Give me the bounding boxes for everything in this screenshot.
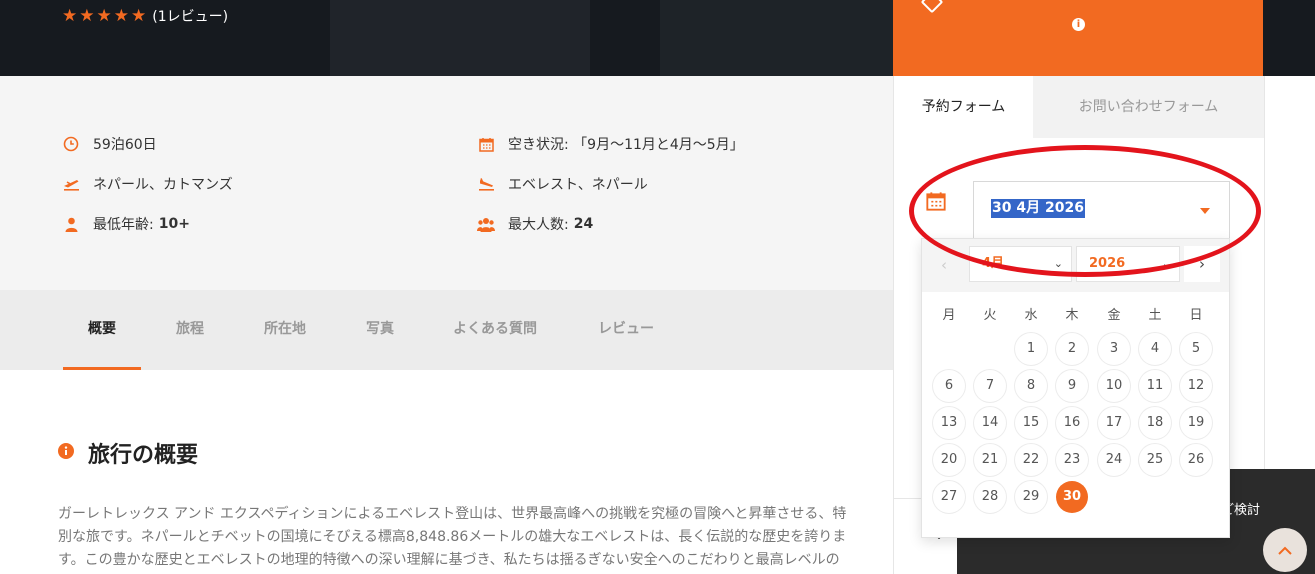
weekday-label: 火 xyxy=(983,308,997,323)
availability-text: 空き状況: 「9月〜11月と4月〜5月」 xyxy=(508,137,744,153)
user-icon xyxy=(62,216,80,232)
max-people-label: 最大人数: xyxy=(508,217,569,233)
star-icon: ★ xyxy=(62,6,78,26)
calendar-day[interactable]: 12 xyxy=(1180,370,1212,402)
month-value: 4月 xyxy=(982,256,1005,271)
availability-item: 空き状況: 「9月〜11月と4月〜5月」 xyxy=(477,134,744,154)
calendar-day[interactable]: 17 xyxy=(1098,407,1130,439)
tab-faq[interactable]: よくある質問 xyxy=(440,290,550,370)
calendar-day[interactable]: 28 xyxy=(974,481,1006,513)
calendar-day[interactable]: 10 xyxy=(1098,370,1130,402)
datepicker: ‹ 4月 ⌄ 2026 ⌄ › 月火水木金土日 1 2 3 4 5 6 7 8 9 10 11 12 13… xyxy=(921,238,1230,538)
calendar-day[interactable]: 15 xyxy=(1015,407,1047,439)
price-box: i xyxy=(893,0,1263,76)
calendar-day[interactable]: 4 xyxy=(1139,333,1171,365)
trip-info-panel: 59泊60日 空き状況: 「9月〜11月と4月〜5月」 ネパール、カトマンズ エ… xyxy=(0,76,893,290)
destination-text: エベレスト、ネパール xyxy=(508,177,648,193)
max-people-value: 24 xyxy=(573,216,594,232)
next-month-button[interactable]: › xyxy=(1184,246,1220,282)
star-icon: ★ xyxy=(113,6,129,26)
weekday-label: 金 xyxy=(1107,308,1121,323)
destination-item: エベレスト、ネパール xyxy=(477,174,648,194)
min-age-item: 最低年齢: 10+ xyxy=(62,214,190,234)
calendar-day[interactable]: 3 xyxy=(1098,333,1130,365)
departure-text: ネパール、カトマンズ xyxy=(93,177,233,193)
calendar-day[interactable]: 7 xyxy=(974,370,1006,402)
price-info-icon[interactable]: i xyxy=(1072,18,1085,31)
min-age-value: 10+ xyxy=(158,216,190,232)
duration-item: 59泊60日 xyxy=(62,134,157,154)
calendar-day[interactable]: 27 xyxy=(933,481,965,513)
duration-text: 59泊60日 xyxy=(93,137,157,153)
calendar-day[interactable]: 23 xyxy=(1056,444,1088,476)
calendar-day[interactable]: 8 xyxy=(1015,370,1047,402)
calendar-day[interactable]: 18 xyxy=(1139,407,1171,439)
calendar-day[interactable]: 14 xyxy=(974,407,1006,439)
weekday-label: 木 xyxy=(1065,308,1079,323)
chevron-down-icon: ⌄ xyxy=(1161,257,1171,270)
chevron-down-icon xyxy=(1200,208,1210,214)
tab-photos[interactable]: 写真 xyxy=(352,290,408,370)
calendar-day[interactable]: 24 xyxy=(1098,444,1130,476)
plane-departure-icon xyxy=(62,176,80,192)
tag-icon xyxy=(920,0,944,14)
calendar-day[interactable]: 21 xyxy=(974,444,1006,476)
plane-arrival-icon xyxy=(477,176,495,192)
star-icon: ★ xyxy=(131,6,147,26)
calendar-day[interactable]: 20 xyxy=(933,444,965,476)
calendar-day[interactable]: 2 xyxy=(1056,333,1088,365)
calendar-day[interactable]: 9 xyxy=(1056,370,1088,402)
calendar-day[interactable]: 22 xyxy=(1015,444,1047,476)
calendar-day[interactable]: 29 xyxy=(1015,481,1047,513)
calendar-icon xyxy=(926,191,946,215)
weekday-label: 水 xyxy=(1024,308,1038,323)
selected-date: 30 4月 2026 xyxy=(991,199,1085,218)
weekday-label: 土 xyxy=(1148,308,1162,323)
overview-heading: 旅行の概要 xyxy=(58,437,198,469)
chevron-down-icon: ⌄ xyxy=(1053,257,1063,270)
chevron-up-icon xyxy=(1278,546,1292,555)
max-people-item: 最大人数: 24 xyxy=(477,214,593,234)
star-icon: ★ xyxy=(96,6,112,26)
clock-icon xyxy=(62,136,80,152)
tab-inquiry-form[interactable]: お問い合わせフォーム xyxy=(1033,76,1264,138)
calendar-day[interactable]: 1 xyxy=(1015,333,1047,365)
review-count[interactable]: (1レビュー) xyxy=(152,6,228,26)
calendar-day[interactable]: 6 xyxy=(933,370,965,402)
tab-itinerary[interactable]: 旅程 xyxy=(160,290,220,370)
calendar-day[interactable]: 25 xyxy=(1139,444,1171,476)
star-icon: ★ xyxy=(79,6,95,26)
year-select[interactable]: 2026 ⌄ xyxy=(1076,246,1180,282)
departure-item: ネパール、カトマンズ xyxy=(62,174,233,194)
prev-month-button[interactable]: ‹ xyxy=(941,256,947,274)
overview-title: 旅行の概要 xyxy=(88,443,199,468)
calendar-day[interactable]: 11 xyxy=(1139,370,1171,402)
calendar-icon xyxy=(477,136,495,152)
calendar-day[interactable]: 16 xyxy=(1056,407,1088,439)
datepicker-header: ‹ 4月 ⌄ 2026 ⌄ › xyxy=(922,239,1229,292)
date-select[interactable]: 30 4月 2026 xyxy=(973,181,1230,239)
scroll-to-top-button[interactable] xyxy=(1263,528,1307,572)
calendar-day[interactable]: 5 xyxy=(1180,333,1212,365)
calendar-day-selected[interactable]: 30 xyxy=(1056,481,1088,513)
year-value: 2026 xyxy=(1089,256,1126,271)
rating-stars: ★ ★ ★ ★ ★ (1レビュー) xyxy=(62,6,228,26)
min-age-label: 最低年齢: xyxy=(93,217,154,233)
weekday-label: 月 xyxy=(942,308,956,323)
tab-location[interactable]: 所在地 xyxy=(250,290,320,370)
users-icon xyxy=(477,216,495,232)
month-select[interactable]: 4月 ⌄ xyxy=(969,246,1072,282)
calendar-day[interactable]: 26 xyxy=(1180,444,1212,476)
tab-bar: 概要 旅程 所在地 写真 よくある質問 レビュー xyxy=(0,290,893,370)
tab-booking-form[interactable]: 予約フォーム xyxy=(894,76,1033,138)
tab-reviews[interactable]: レビュー xyxy=(585,290,667,370)
tab-overview[interactable]: 概要 xyxy=(63,290,141,370)
calendar-day[interactable]: 13 xyxy=(933,407,965,439)
info-icon xyxy=(58,443,74,463)
overview-text: ガーレトレックス アンド エクスペディションによるエベレスト登山は、世界最高峰へ… xyxy=(58,506,847,568)
weekday-label: 日 xyxy=(1189,308,1203,323)
calendar-day[interactable]: 19 xyxy=(1180,407,1212,439)
